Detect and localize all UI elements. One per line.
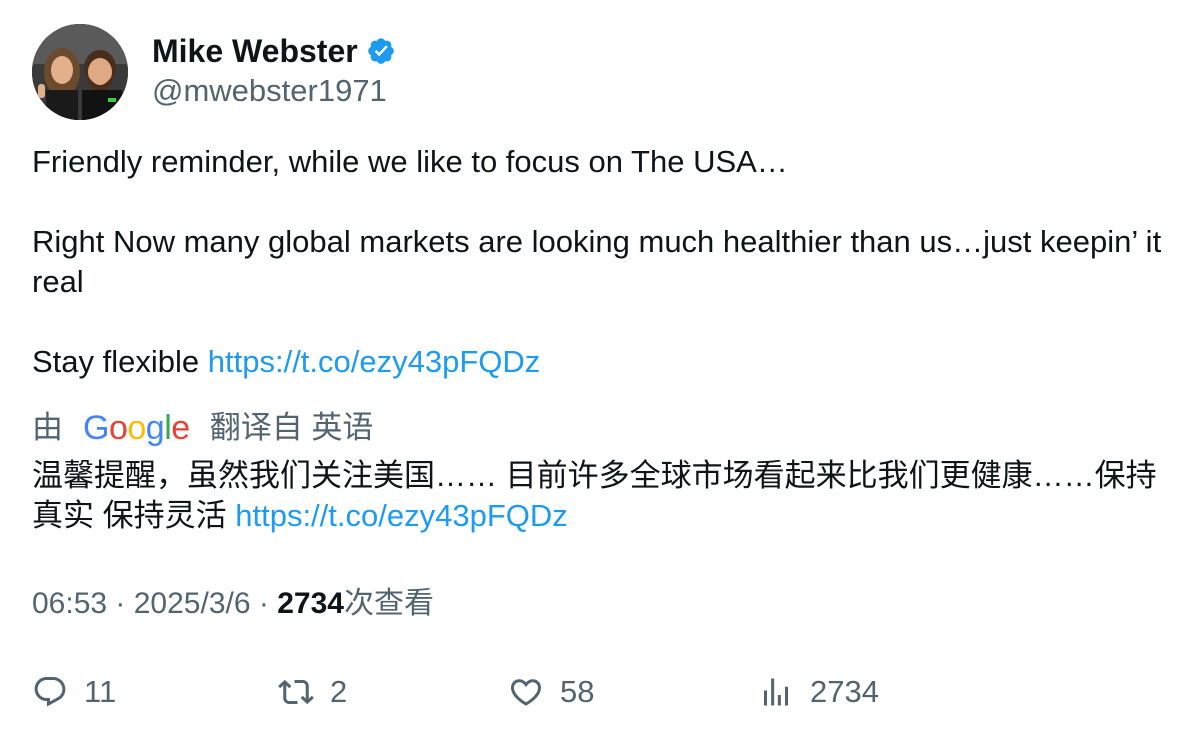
tweet-time[interactable]: 06:53 [32, 587, 107, 620]
tweet-body: Friendly reminder, while we like to focu… [32, 142, 1162, 382]
meta-separator: · [250, 587, 278, 620]
author-handle[interactable]: @mwebster1971 [152, 71, 396, 111]
verified-badge-icon [366, 36, 396, 66]
retweet-button[interactable]: 2 [278, 670, 347, 714]
retweet-count: 2 [330, 674, 348, 709]
views-count: 2734 [277, 587, 344, 620]
reply-button[interactable]: 11 [32, 670, 116, 714]
like-count: 58 [560, 674, 595, 709]
analytics-bars-icon [764, 678, 788, 706]
action-bar: 11 2 58 2734 [32, 670, 1162, 714]
reply-icon [34, 677, 66, 707]
translation-attribution: 由 Google 翻译自 英语 [32, 406, 373, 450]
translated-body: 温馨提醒，虽然我们关注美国…… 目前许多全球市场看起来比我们更健康……保持真实 … [32, 456, 1172, 536]
views-button[interactable]: 2734 [758, 670, 879, 714]
translated-text: 温馨提醒，虽然我们关注美国…… 目前许多全球市场看起来比我们更健康……保持真实 … [32, 458, 1157, 533]
translated-from-label[interactable]: 翻译自 英语 [210, 406, 374, 450]
avatar[interactable] [32, 24, 128, 120]
tweet-paragraph: Friendly reminder, while we like to focu… [32, 144, 788, 179]
like-button[interactable]: 58 [508, 670, 594, 714]
tweet-paragraph: Stay flexible https://t.co/ezy43pFQDz [32, 342, 1162, 382]
translated-by-label: 由 [32, 410, 63, 445]
reply-count: 11 [84, 674, 117, 709]
avatar-photo [32, 24, 128, 120]
heart-icon [510, 679, 542, 706]
tweet-header: Mike Webster @mwebster1971 [32, 24, 396, 120]
google-logo: Google [83, 409, 190, 447]
display-name[interactable]: Mike Webster [152, 33, 358, 69]
views-label: 次查看 [343, 587, 434, 620]
tweet-link[interactable]: https://t.co/ezy43pFQDz [208, 344, 541, 379]
display-name-row: Mike Webster [152, 33, 396, 69]
tweet-meta: 06:53 · 2025/3/6 · 2734次查看 [32, 584, 434, 624]
tweet-paragraph: Right Now many global markets are lookin… [32, 224, 1162, 299]
author-names: Mike Webster @mwebster1971 [152, 24, 396, 120]
translated-link[interactable]: https://t.co/ezy43pFQDz [235, 498, 568, 533]
meta-separator: · [107, 587, 134, 620]
retweet-icon [278, 679, 314, 705]
tweet-date[interactable]: 2025/3/6 [134, 587, 251, 620]
views-action-count: 2734 [810, 674, 879, 709]
tweet-text-span: Stay flexible [32, 344, 208, 379]
